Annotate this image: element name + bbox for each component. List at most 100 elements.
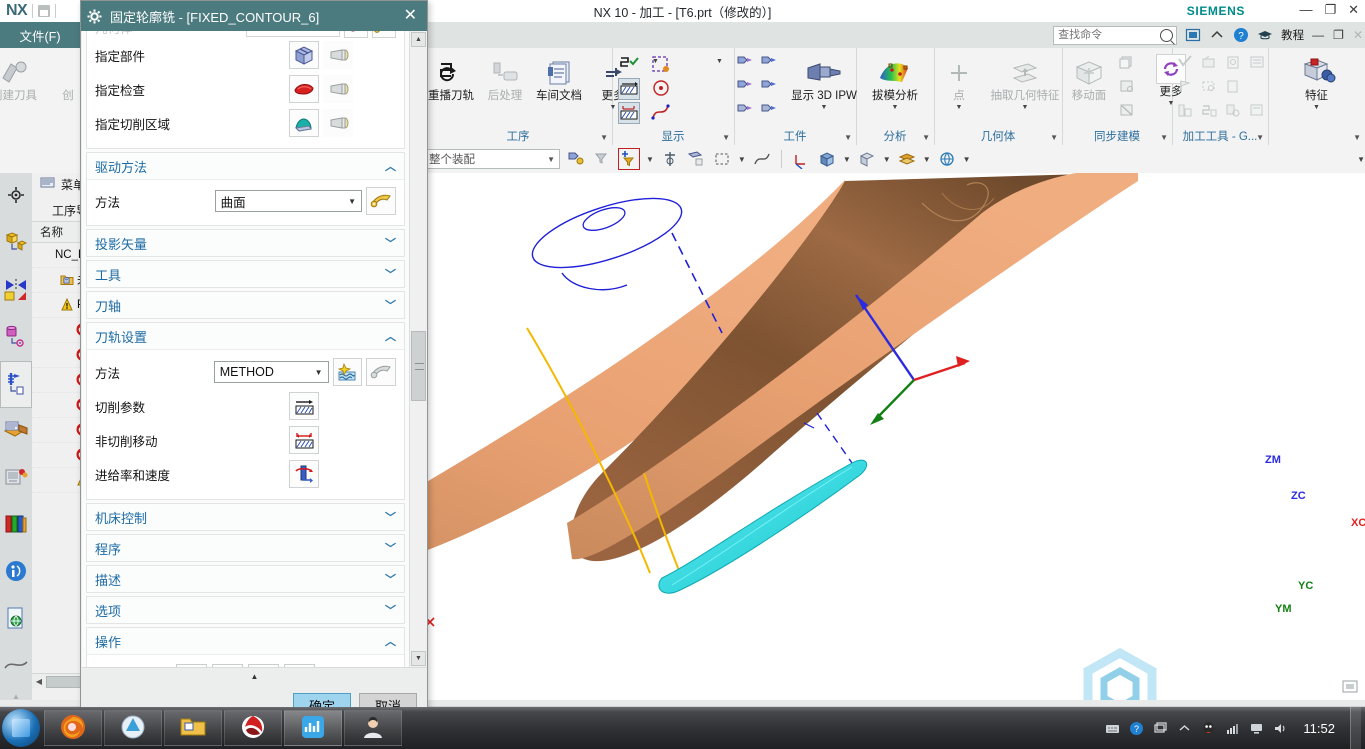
resource-item-constraint-navigator[interactable] [0, 267, 32, 314]
chevron-down-icon[interactable]: ﹀ [385, 571, 396, 587]
ribbon-group-expand-sync-modeling[interactable]: ▼ [1160, 133, 1168, 142]
method-combo[interactable]: METHOD ▼ [213, 361, 329, 383]
delete-face-icon[interactable] [1118, 102, 1138, 122]
layer-settings-icon[interactable] [897, 149, 917, 169]
machining-area-icon[interactable] [1200, 54, 1220, 74]
resource-item-operation-navigator[interactable] [0, 361, 32, 408]
ribbon-group-expand-analysis[interactable]: ▼ [922, 133, 930, 142]
section-header-program[interactable]: 程序 ﹀ [87, 535, 404, 561]
chevron-up-icon[interactable] [1209, 27, 1225, 43]
resource-item-machining-feature[interactable] [0, 314, 32, 361]
edit-geometry-icon[interactable] [371, 31, 396, 38]
wcs-display-icon[interactable] [791, 149, 811, 170]
resource-item-assembly-navigator[interactable] [0, 173, 32, 220]
noncut-move-icon[interactable] [618, 102, 640, 124]
taskbar-button-firefox[interactable] [44, 710, 102, 746]
section-header-projection-vector[interactable]: 投影矢量 ﹀ [87, 230, 404, 256]
specify-part-icon[interactable] [289, 41, 319, 69]
ipw-view-icon-1[interactable] [736, 54, 756, 74]
doc-close-button[interactable]: ✕ [1353, 28, 1363, 42]
tray-network-icon[interactable] [1225, 721, 1240, 736]
ribbon-button-extract-geometry[interactable]: 抽取几何特征 ▼ [988, 52, 1062, 113]
scroll-down-icon[interactable]: ▼ [411, 651, 426, 666]
ribbon-button-show-3d-ipw[interactable]: 显示 3D IPW ▼ [790, 52, 858, 113]
collapse-arrow-icon[interactable]: ▲ [251, 672, 259, 681]
chevron-down-icon[interactable]: ﹀ [385, 602, 396, 618]
dialog-vscrollbar[interactable]: ▲ ▼ [409, 31, 427, 667]
chevron-down-icon[interactable]: ▼ [843, 155, 851, 164]
tray-qq-icon[interactable] [1201, 721, 1216, 736]
ribbon-button-point[interactable]: 点 ▼ [934, 52, 984, 113]
close-button[interactable]: ✕ [1348, 2, 1359, 18]
chevron-down-icon[interactable]: ▼ [923, 155, 931, 164]
tray-monitor-icon[interactable] [1249, 721, 1264, 736]
resize-face-icon[interactable] [1118, 78, 1138, 98]
tool-time-icon[interactable] [1224, 102, 1244, 122]
chevron-up-icon[interactable]: ︿ [385, 328, 396, 344]
global-display-icon[interactable] [937, 149, 957, 169]
specify-cut-area-icon[interactable] [289, 109, 319, 137]
chevron-down-icon[interactable]: ﹀ [385, 509, 396, 525]
verify-toolpath-icon[interactable] [618, 54, 639, 74]
ipw-view-icon-2[interactable] [760, 54, 780, 74]
chevron-down-icon[interactable]: ▼ [1022, 104, 1029, 111]
resource-item-reuse-library[interactable] [0, 408, 32, 455]
section-header-options[interactable]: 选项 ﹀ [87, 597, 404, 623]
taskbar-button-chart[interactable] [284, 710, 342, 746]
tray-window-icon[interactable] [1153, 721, 1168, 736]
ribbon-button-create-tool[interactable]: 创建刀具 [0, 52, 39, 105]
resource-item-web-browser[interactable] [0, 596, 32, 643]
ribbon-button-draft-analysis[interactable]: 拔模分析 ▼ [869, 52, 921, 113]
selection-scope-combo[interactable]: 整个装配 ▼ [424, 149, 560, 169]
resource-item-help-info[interactable] [0, 549, 32, 596]
curve-display-icon[interactable] [650, 102, 670, 122]
dialog-title-bar[interactable]: 固定轮廓铣 - [FIXED_CONTOUR_6] ✕ [81, 1, 427, 31]
select-face-icon[interactable] [686, 149, 706, 169]
command-search-box[interactable] [1053, 25, 1178, 45]
ribbon-button-shop-documentation[interactable]: 车间文档 [534, 52, 584, 105]
tab-file[interactable]: 文件(F) [0, 22, 80, 48]
section-header-path-settings[interactable]: 刀轨设置 ︿ [87, 323, 404, 350]
ribbon-group-expand-workpiece[interactable]: ▼ [844, 133, 852, 142]
tool-path-icon[interactable] [1200, 102, 1220, 122]
ribbon-group-expand-operation[interactable]: ▼ [600, 133, 608, 142]
ribbon-button-move-face[interactable]: 移动面 [1064, 52, 1114, 105]
taskbar-button-contact[interactable] [344, 710, 402, 746]
graduation-cap-icon[interactable] [1257, 27, 1273, 43]
section-header-tool-axis[interactable]: 刀轴 ﹀ [87, 292, 404, 318]
check-geometry-icon[interactable] [1176, 54, 1196, 74]
display-part-icon[interactable] [323, 41, 353, 69]
ribbon-group-expand-geometry[interactable]: ▼ [1050, 133, 1058, 142]
chevron-down-icon[interactable]: ▼ [738, 155, 746, 164]
ribbon-group-expand-machining-tools[interactable]: ▼ [1256, 133, 1264, 142]
edit-drive-method-icon[interactable] [366, 187, 396, 215]
resource-item-part-navigator[interactable] [0, 220, 32, 267]
chevron-down-icon[interactable]: ▼ [1313, 104, 1320, 111]
ribbon-button-replay-toolpath[interactable]: 重播刀轨 [426, 52, 476, 105]
show-desktop-button[interactable] [1350, 707, 1361, 749]
chevron-down-icon[interactable]: ﹀ [385, 540, 396, 556]
create-geometry-group-icon[interactable] [343, 31, 368, 38]
taskbar-button-explorer[interactable] [164, 710, 222, 746]
tool-doc-icon[interactable] [1248, 102, 1268, 122]
scroll-left-icon[interactable]: ◀ [33, 675, 45, 687]
specify-check-icon[interactable] [289, 75, 319, 103]
chevron-down-icon[interactable]: ▼ [348, 197, 361, 206]
note-icon[interactable] [1224, 78, 1244, 98]
help-icon[interactable]: ? [1233, 27, 1249, 43]
taskbar-clock[interactable]: 11:52 [1297, 721, 1341, 736]
feeds-speeds-icon[interactable] [289, 460, 319, 488]
section-header-tool[interactable]: 工具 ﹀ [87, 261, 404, 287]
shaded-display-icon[interactable] [817, 149, 837, 169]
chevron-down-icon[interactable]: ﹀ [385, 235, 396, 251]
ribbon-group-expand-display[interactable]: ▼ [722, 133, 730, 142]
hole-feature-icon[interactable] [1224, 54, 1244, 74]
filter-point-icon[interactable] [618, 148, 640, 170]
chevron-down-icon[interactable]: ▼ [821, 104, 828, 111]
tray-volume-icon[interactable] [1273, 721, 1288, 736]
tool-library-icon[interactable] [1176, 102, 1196, 122]
taskbar-button-browser[interactable] [104, 710, 162, 746]
section-header-drive-method[interactable]: 驱动方法 ︿ [87, 153, 404, 180]
doc-minimize-button[interactable]: — [1312, 28, 1324, 42]
ipw-view-icon-6[interactable] [760, 102, 780, 122]
